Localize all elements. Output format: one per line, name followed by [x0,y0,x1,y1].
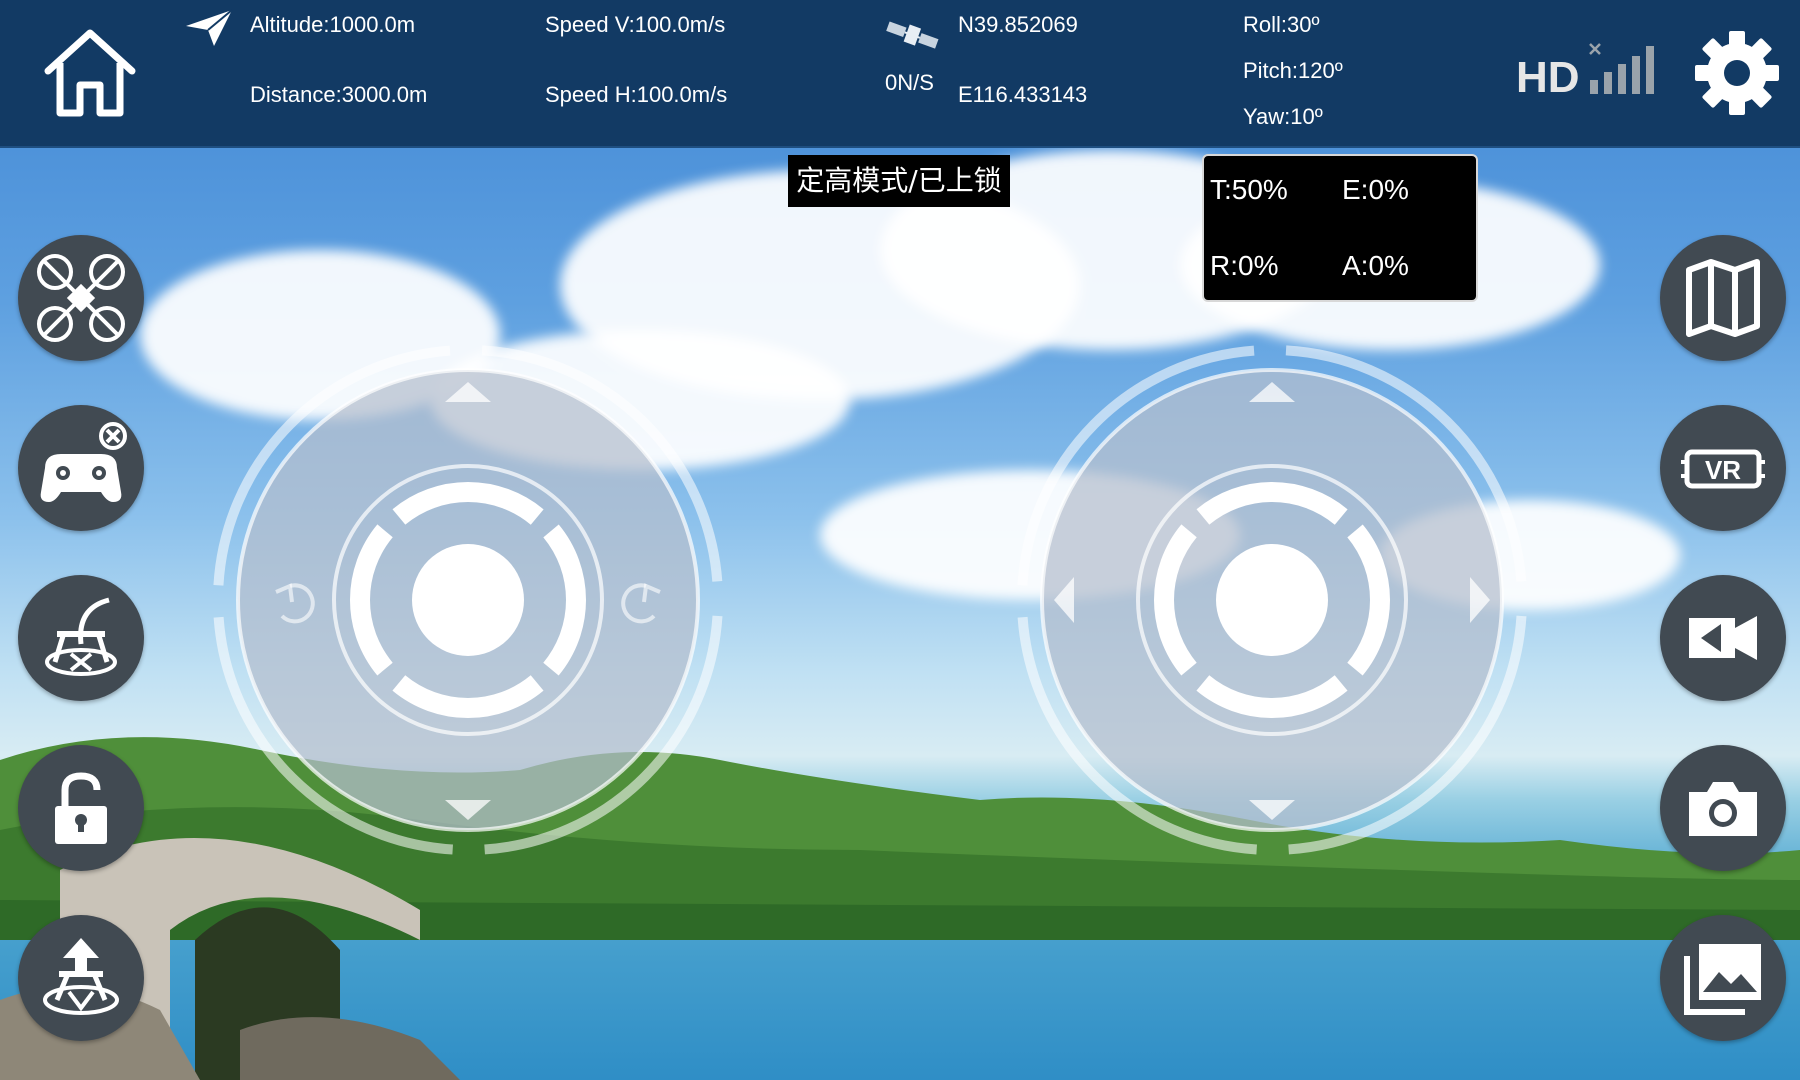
top-status-bar: Altitude:1000.0m Distance:3000.0m Speed … [0,0,1800,148]
trim-elevator: E:0% [1342,174,1409,205]
headless-mode-icon [45,597,117,676]
yaw-readout: Yaw:10º [1243,104,1323,129]
trim-rudder: R:0% [1210,250,1279,281]
paper-plane-icon [186,9,233,46]
gallery-button[interactable] [1660,915,1786,1041]
camera-icon [1689,782,1757,836]
settings-button[interactable] [1692,28,1782,118]
vr-icon: VR [1681,449,1765,489]
longitude-readout: E116.433143 [958,82,1088,107]
lock-icon [55,772,107,844]
camera-button[interactable] [1660,745,1786,871]
trim-aileron: A:0% [1342,250,1409,281]
joystick-thumb[interactable] [1216,544,1328,656]
satellite-icon [886,21,939,49]
home-icon [44,29,136,117]
map-button[interactable] [1660,235,1786,361]
svg-text:VR: VR [1705,455,1741,485]
satellite-count: 0N/S [885,70,934,95]
lock-button[interactable] [18,745,144,871]
video-record-button[interactable] [1660,575,1786,701]
svg-text:HD: HD [1516,53,1580,100]
hd-signal-icon: HD [1516,43,1654,100]
gamepad-button[interactable] [18,405,144,531]
joystick-thumb[interactable] [412,544,524,656]
takeoff-landing-button[interactable] [18,915,144,1041]
latitude-readout: N39.852069 [958,12,1078,37]
vr-mode-button[interactable]: VR [1660,405,1786,531]
altitude-readout: Altitude:1000.0m [250,12,416,37]
gallery-icon [1684,944,1761,1015]
pitch-readout: Pitch:120º [1243,58,1343,83]
horizontal-speed-readout: Speed H:100.0m/s [545,82,728,107]
trim-throttle: T:50% [1210,174,1288,205]
left-joystick[interactable] [208,340,728,860]
drone-select-button[interactable] [18,235,144,361]
video-record-icon [1689,616,1757,660]
drone-icon [37,254,125,342]
trim-values-panel: T:50% E:0% R:0% A:0% [1202,154,1478,302]
vertical-speed-readout: Speed V:100.0m/s [545,12,726,37]
gamepad-icon [40,422,127,502]
headless-mode-button[interactable] [18,575,144,701]
map-icon [1686,259,1760,337]
gear-icon [1695,31,1779,115]
right-joystick[interactable] [1012,340,1532,860]
takeoff-landing-icon [43,938,119,1015]
home-button[interactable] [40,25,140,119]
distance-readout: Distance:3000.0m [250,82,428,107]
flight-mode-label: 定高模式/已上锁 [788,155,1010,207]
roll-readout: Roll:30º [1243,12,1320,37]
